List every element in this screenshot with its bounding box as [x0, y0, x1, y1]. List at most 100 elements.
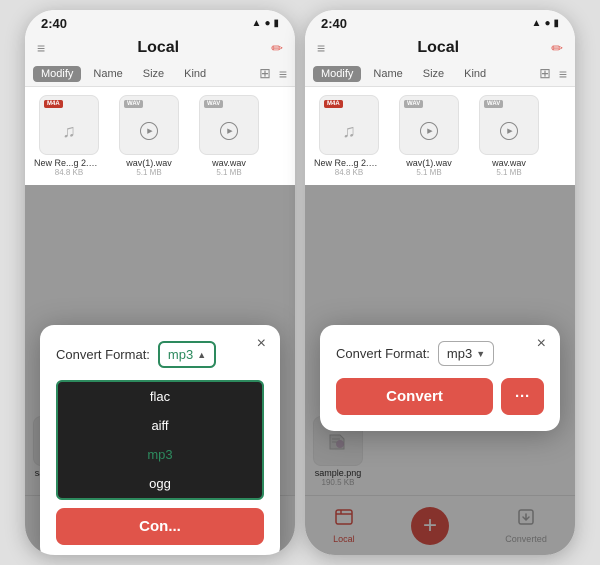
modal-close-left[interactable]: × [257, 335, 266, 353]
phones-wrapper: 2:40 ▲ ● ▮ ≡ Local ✏ Modify Name Size Ki… [15, 0, 585, 565]
file-icon-wav-r: WAV [479, 95, 539, 155]
dropdown-list-left: flac aiff mp3 ogg [56, 380, 264, 500]
file-item[interactable]: WAV wav(1).wav 5.1 MB [113, 95, 185, 177]
modal-overlay-right: × Convert Format: mp3 ▼ Convert ··· [305, 185, 575, 555]
filter-bar-right: Modify Name Size Kind ⊞ ≡ [305, 61, 575, 87]
filter-name-right[interactable]: Name [365, 66, 410, 82]
file-item-r[interactable]: M4A ♫ New Re...g 2.m4a 84.8 KB [313, 95, 385, 177]
file-badge-wav1-r: WAV [404, 100, 423, 108]
convert-button-right[interactable]: Convert [336, 378, 493, 415]
grid-view-icon-left[interactable]: ⊞ [259, 65, 271, 82]
list-view-icon-left[interactable]: ≡ [279, 66, 287, 82]
dropdown-item-flac[interactable]: flac [58, 382, 262, 411]
list-view-icon-right[interactable]: ≡ [559, 66, 567, 82]
filter-modify-right[interactable]: Modify [313, 66, 361, 82]
file-item[interactable]: M4A ♫ New Re...g 2.m4a 84.8 KB [33, 95, 105, 177]
menu-icon-right[interactable]: ≡ [317, 40, 325, 56]
file-badge-m4a: M4A [44, 100, 63, 108]
file-badge-m4a-r: M4A [324, 100, 343, 108]
wifi-icon-right: ● [544, 18, 550, 29]
file-item-r2[interactable]: WAV wav(1).wav 5.1 MB [393, 95, 465, 177]
file-icon-wav1: WAV [119, 95, 179, 155]
status-icons-left: ▲ ● ▮ [252, 18, 279, 29]
format-label-right: Convert Format: [336, 346, 430, 361]
status-icons-right: ▲ ● ▮ [532, 18, 559, 29]
file-size-wav1-r: 5.1 MB [416, 168, 441, 177]
filter-kind-right[interactable]: Kind [456, 66, 494, 82]
file-size-m4a-r: 84.8 KB [335, 168, 363, 177]
status-time-left: 2:40 [41, 16, 67, 31]
file-icon-m4a: M4A ♫ [39, 95, 99, 155]
format-row-right: Convert Format: mp3 ▼ [336, 341, 544, 366]
file-name-m4a: New Re...g 2.m4a [34, 158, 104, 168]
filter-name-left[interactable]: Name [85, 66, 130, 82]
file-name-wav-r: wav.wav [474, 158, 544, 168]
status-bar-left: 2:40 ▲ ● ▮ [25, 10, 295, 35]
filter-modify-left[interactable]: Modify [33, 66, 81, 82]
file-play-icon [140, 122, 158, 140]
file-name-wav: wav.wav [194, 158, 264, 168]
file-name-m4a-r: New Re...g 2.m4a [314, 158, 384, 168]
file-size-wav: 5.1 MB [216, 168, 241, 177]
convert-more-button-right[interactable]: ··· [501, 378, 544, 415]
file-item-r3[interactable]: WAV wav.wav 5.1 MB [473, 95, 545, 177]
format-select-left[interactable]: mp3 ▲ [158, 341, 216, 368]
dropdown-arrow-right: ▼ [476, 349, 485, 359]
file-wave-icon-r: ♫ [342, 121, 356, 142]
format-row-left: Convert Format: mp3 ▲ [56, 341, 264, 368]
format-label-left: Convert Format: [56, 347, 150, 362]
file-play-icon2 [220, 122, 238, 140]
signal-icon: ▲ [252, 18, 262, 29]
dropdown-item-aiff[interactable]: aiff [58, 411, 262, 440]
battery-icon-right: ▮ [553, 18, 559, 29]
status-time-right: 2:40 [321, 16, 347, 31]
filter-size-right[interactable]: Size [415, 66, 452, 82]
filter-bar-left: Modify Name Size Kind ⊞ ≡ [25, 61, 295, 87]
page-title-left: Local [137, 39, 179, 57]
convert-btn-row-right: Convert ··· [336, 378, 544, 415]
left-phone: 2:40 ▲ ● ▮ ≡ Local ✏ Modify Name Size Ki… [25, 10, 295, 555]
phone-content-right: × Convert Format: mp3 ▼ Convert ··· [305, 185, 575, 555]
grid-view-icon-right[interactable]: ⊞ [539, 65, 551, 82]
battery-icon: ▮ [273, 18, 279, 29]
format-select-right[interactable]: mp3 ▼ [438, 341, 494, 366]
edit-icon-right[interactable]: ✏ [551, 40, 563, 57]
modal-box-right: × Convert Format: mp3 ▼ Convert ··· [320, 325, 560, 431]
file-play-icon2-r [500, 122, 518, 140]
file-wave-icon: ♫ [62, 121, 76, 142]
filter-kind-left[interactable]: Kind [176, 66, 214, 82]
page-title-right: Local [417, 39, 459, 57]
file-play-icon-r [420, 122, 438, 140]
modal-close-right[interactable]: × [537, 335, 546, 353]
status-bar-right: 2:40 ▲ ● ▮ [305, 10, 575, 35]
file-name-wav1-r: wav(1).wav [394, 158, 464, 168]
modal-overlay-left: × Convert Format: mp3 ▲ flac aiff mp3 [25, 185, 295, 555]
file-size-wav-r: 5.1 MB [496, 168, 521, 177]
file-icon-wav: WAV [199, 95, 259, 155]
file-icon-m4a-r: M4A ♫ [319, 95, 379, 155]
convert-button-left[interactable]: Con... [56, 508, 264, 545]
nav-bar-left: ≡ Local ✏ [25, 35, 295, 61]
file-size-wav1: 5.1 MB [136, 168, 161, 177]
file-item[interactable]: WAV wav.wav 5.1 MB [193, 95, 265, 177]
dropdown-arrow-left: ▲ [197, 350, 206, 360]
file-name-wav1: wav(1).wav [114, 158, 184, 168]
selected-format-left: mp3 [168, 347, 193, 362]
wifi-icon: ● [264, 18, 270, 29]
filter-size-left[interactable]: Size [135, 66, 172, 82]
modal-box-left: × Convert Format: mp3 ▲ flac aiff mp3 [40, 325, 280, 555]
dropdown-item-mp3[interactable]: mp3 [58, 440, 262, 469]
file-badge-wav-r: WAV [484, 100, 503, 108]
file-badge-wav1: WAV [124, 100, 143, 108]
file-icon-wav1-r: WAV [399, 95, 459, 155]
menu-icon-left[interactable]: ≡ [37, 40, 45, 56]
dropdown-item-ogg[interactable]: ogg [58, 469, 262, 498]
edit-icon-left[interactable]: ✏ [271, 40, 283, 57]
file-size-m4a: 84.8 KB [55, 168, 83, 177]
file-badge-wav: WAV [204, 100, 223, 108]
file-grid-right: M4A ♫ New Re...g 2.m4a 84.8 KB WAV wav(1… [305, 87, 575, 185]
right-phone: 2:40 ▲ ● ▮ ≡ Local ✏ Modify Name Size Ki… [305, 10, 575, 555]
nav-bar-right: ≡ Local ✏ [305, 35, 575, 61]
selected-format-right: mp3 [447, 346, 472, 361]
phone-content-left: × Convert Format: mp3 ▲ flac aiff mp3 [25, 185, 295, 555]
